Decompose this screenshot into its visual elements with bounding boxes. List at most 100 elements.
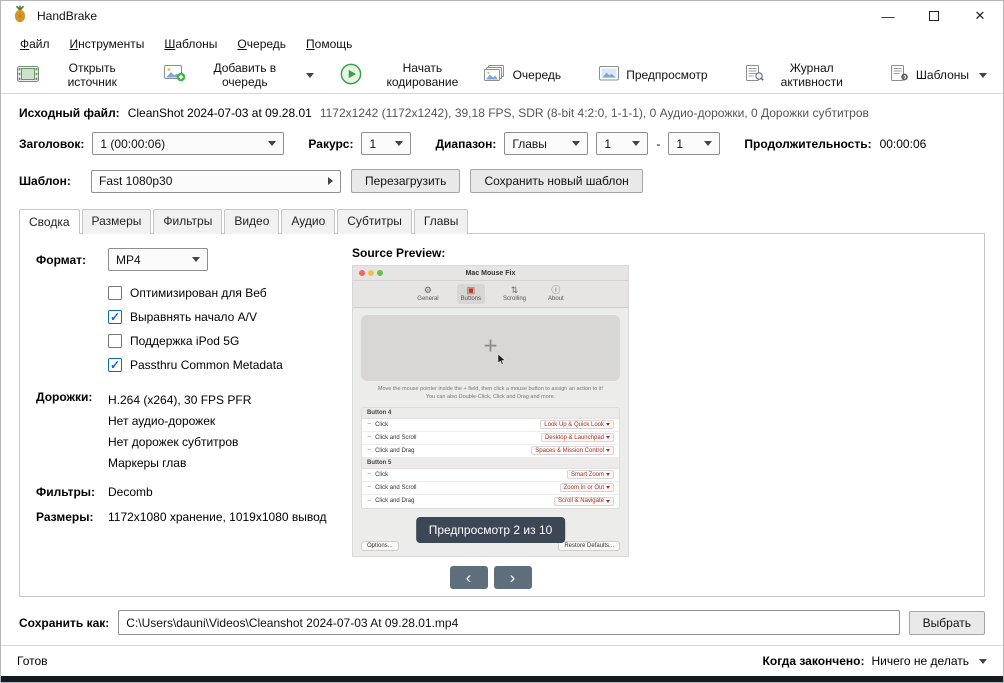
source-file-row: Исходный файл: CleanShot 2024-07-03 at 0… — [19, 106, 985, 120]
range-to-combobox[interactable]: 1 — [668, 132, 721, 155]
tracks-lines: H.264 (x264), 30 FPS PFR Нет аудио-дорож… — [108, 390, 251, 474]
preview-row: − Click and Scroll Zoom In or Out — [362, 482, 619, 495]
chevron-down-icon[interactable] — [306, 72, 315, 78]
summary-panel: Формат: MP4 Оптимизирован для Веб Выравн… — [19, 233, 985, 597]
minus-icon: − — [367, 434, 372, 441]
save-as-row: Сохранить как: Выбрать — [19, 610, 985, 635]
menu-presets[interactable]: Шаблоны — [155, 34, 226, 54]
document-search-icon — [745, 65, 764, 85]
tab-subtitles[interactable]: Субтитры — [337, 209, 412, 234]
maximize-button[interactable] — [911, 1, 957, 31]
preset-row: Шаблон: Fast 1080p30 Перезагрузить Сохра… — [19, 169, 985, 193]
minimize-button[interactable]: — — [865, 1, 911, 31]
menu-tools[interactable]: Инструменты — [61, 34, 154, 54]
add-to-queue-button[interactable]: Добавить в очередь — [160, 57, 318, 93]
filters-label: Фильтры: — [36, 485, 96, 499]
preview-bindings-table: Button 4 − Click Look Up & Quick Look − … — [361, 406, 620, 509]
start-encoding-button[interactable]: Начать кодирование — [336, 57, 479, 93]
previous-preview-button[interactable]: ‹ — [449, 566, 488, 589]
preview-section-header: Button 4 — [362, 407, 619, 419]
title-row: Заголовок: 1 (00:00:06) Ракурс: 1 Диапаз… — [19, 132, 985, 155]
open-source-label: Открыть источник — [67, 61, 117, 89]
chevron-down-icon — [606, 486, 610, 489]
preview-window-title: Mac Mouse Fix — [465, 269, 516, 277]
preview-section-header: Button 5 — [362, 457, 619, 469]
preview-row: − Click and Scroll Desktop & Launchpad — [362, 432, 619, 445]
range-from-combobox[interactable]: 1 — [596, 132, 649, 155]
save-new-preset-button[interactable]: Сохранить новый шаблон — [470, 169, 643, 193]
minus-icon: − — [367, 421, 372, 428]
range-type-combobox[interactable]: Главы — [504, 132, 589, 155]
scroll-icon: ⇅ — [510, 285, 519, 295]
dimensions-row: Размеры: 1172x1080 хранение, 1019x1080 в… — [36, 510, 352, 524]
tab-chapters[interactable]: Главы — [413, 209, 469, 234]
chevron-down-icon — [606, 499, 610, 503]
reload-preset-button[interactable]: Перезагрузить — [351, 169, 461, 193]
when-done-control[interactable]: Когда закончено: Ничего не делать — [763, 654, 987, 668]
tab-video[interactable]: Видео — [224, 209, 280, 234]
gear-icon: ⚙ — [423, 285, 432, 295]
chevron-down-icon — [606, 473, 610, 476]
tab-audio[interactable]: Аудио — [281, 209, 336, 234]
preview-tab-scrolling: ⇅ Scrolling — [503, 285, 527, 302]
summary-left-column: Формат: MP4 Оптимизирован для Веб Выравн… — [20, 234, 352, 596]
minus-icon: − — [367, 497, 372, 505]
checkbox-icon — [108, 333, 122, 348]
source-file-details: 1172x1242 (1172x1242), 39,18 FPS, SDR (8… — [319, 106, 869, 120]
menu-help[interactable]: Помощь — [297, 34, 361, 54]
format-combobox[interactable]: MP4 — [108, 248, 208, 271]
preview-row: − Click Look Up & Quick Look — [362, 419, 619, 432]
save-as-label: Сохранить как: — [19, 615, 110, 630]
checkbox-label: Поддержка iPod 5G — [130, 333, 240, 348]
chevron-down-icon — [979, 658, 987, 664]
save-path-input[interactable] — [118, 610, 900, 635]
menu-queue[interactable]: Очередь — [228, 34, 295, 54]
tab-summary[interactable]: Сводка — [19, 209, 80, 234]
cursor-icon — [498, 352, 506, 370]
browse-button[interactable]: Выбрать — [908, 610, 985, 635]
tracks-label: Дорожки: — [36, 390, 93, 404]
checkbox-label: Выравнять начало A/V — [130, 309, 258, 324]
tab-filters[interactable]: Фильтры — [153, 209, 223, 234]
titlebar: HandBrake — ✕ — [1, 1, 1003, 31]
checkbox-label: Оптимизирован для Веб — [130, 285, 267, 300]
preview-button[interactable]: Предпросмотр — [595, 62, 711, 89]
document-gear-icon — [890, 65, 909, 85]
info-icon: ⓘ — [551, 285, 561, 295]
maximize-icon — [929, 11, 939, 21]
angle-combobox[interactable]: 1 — [361, 132, 412, 155]
track-line: Маркеры глав — [108, 456, 187, 470]
duration-label: Продолжительность: — [744, 136, 872, 151]
dimensions-value: 1172x1080 хранение, 1019x1080 вывод — [108, 510, 327, 524]
preview-row: − Click and Drag Spaces & Mission Contro… — [362, 445, 619, 458]
track-line: Нет аудио-дорожек — [108, 414, 216, 428]
checkbox-passthru-metadata[interactable]: Passthru Common Metadata — [108, 356, 352, 373]
preview-hint-line2: You can also Double-Click, Click and Dra… — [425, 394, 556, 401]
range-from-value: 1 — [604, 136, 612, 151]
activity-log-button[interactable]: Журнал активности — [742, 57, 857, 93]
close-button[interactable]: ✕ — [957, 1, 1003, 31]
preset-value: Fast 1080p30 — [99, 174, 173, 188]
summary-right-column: Source Preview: Mac Mouse Fix ⚙ General … — [352, 234, 629, 596]
queue-button[interactable]: Очередь — [480, 61, 566, 89]
menu-file[interactable]: Файл — [11, 34, 59, 54]
title-combobox[interactable]: 1 (00:00:06) — [92, 132, 285, 155]
checkbox-align-av-start[interactable]: Выравнять начало A/V — [108, 308, 352, 325]
presets-button[interactable]: Шаблоны — [887, 61, 991, 89]
checkbox-ipod-5g[interactable]: Поддержка iPod 5G — [108, 332, 352, 349]
tab-dimensions[interactable]: Размеры — [81, 209, 152, 234]
start-encoding-label: Начать кодирование — [386, 61, 459, 89]
next-preview-button[interactable]: › — [493, 566, 532, 589]
chevron-down-icon[interactable] — [979, 72, 987, 78]
minus-icon: − — [367, 484, 372, 491]
format-row: Формат: MP4 — [36, 248, 352, 271]
buttons-icon: ▣ — [466, 285, 476, 295]
preset-combobox[interactable]: Fast 1080p30 — [91, 169, 341, 193]
track-line: Нет дорожек субтитров — [108, 435, 239, 449]
angle-label: Ракурс: — [308, 136, 354, 151]
checkbox-web-optimized[interactable]: Оптимизирован для Веб — [108, 284, 352, 301]
preview-tab-about: ⓘ About — [548, 285, 564, 302]
open-source-button[interactable]: Открыть источник — [13, 57, 142, 93]
when-done-value: Ничего не делать — [871, 654, 970, 668]
add-to-queue-label: Добавить в очередь — [213, 61, 277, 89]
